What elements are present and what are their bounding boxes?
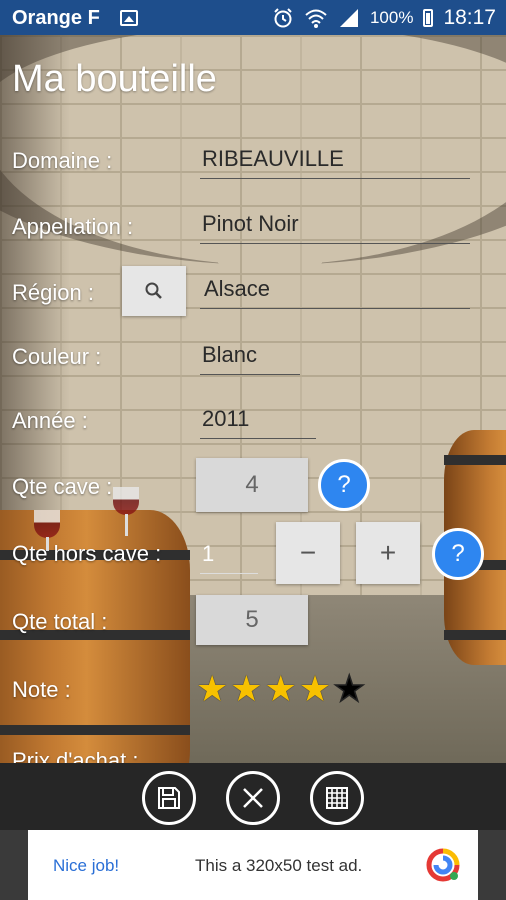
qte-hors-cave-label: Qte hors cave : [12,541,162,566]
annee-underline [200,438,316,439]
region-underline [200,308,470,309]
domaine-underline [200,178,470,179]
domaine-field[interactable]: RIBEAUVILLE [202,146,344,172]
ad-logo-icon [426,848,460,882]
qte-hors-cave-field[interactable]: 1 [202,541,214,567]
appellation-label: Appellation : [12,214,134,239]
status-bar: Orange F 100% 18:17 [0,0,506,35]
domaine-label: Domaine : [12,148,113,173]
star-filled-icon[interactable]: ★ [265,670,297,708]
save-button[interactable] [142,771,196,825]
bottom-toolbar [0,763,506,830]
wine-cellar-background [0,35,506,763]
annee-label: Année : [12,408,88,433]
star-empty-icon[interactable]: ★ [332,669,366,709]
battery-icon [423,9,434,27]
status-icons: 100% 18:17 [272,6,496,30]
couleur-underline [200,374,300,375]
appellation-underline [200,243,470,244]
signal-icon [339,9,358,27]
star-filled-icon[interactable]: ★ [299,670,331,708]
ad-banner[interactable]: Nice job! This a 320x50 test ad. [28,830,478,900]
note-label: Note : [12,677,71,702]
cancel-button[interactable] [226,771,280,825]
wifi-icon [305,9,327,28]
alarm-icon [274,8,292,28]
region-field[interactable]: Alsace [204,276,270,302]
ad-nice-job[interactable]: Nice job! [53,856,119,876]
increment-button[interactable]: + [356,522,420,584]
close-icon [243,788,263,808]
ad-message: This a 320x50 test ad. [195,856,363,875]
grid-icon [326,787,348,809]
rating-stars[interactable]: ★ ★ ★ ★ ★ [196,669,366,709]
qte-total-value: 5 [196,595,308,645]
wine-glass [34,510,60,538]
couleur-label: Couleur : [12,344,102,369]
qte-cave-help-button[interactable]: ? [318,459,370,511]
clock: 18:17 [443,6,496,29]
decrement-button[interactable]: − [276,522,340,584]
barrel-hoop [444,630,506,640]
battery-percent: 100% [369,8,414,27]
carrier-name: Orange F [12,7,100,29]
qte-total-label: Qte total : [12,609,108,634]
star-filled-icon[interactable]: ★ [196,670,228,708]
region-search-button[interactable] [122,266,186,316]
qte-cave-value: 4 [196,458,308,512]
qte-cave-label: Qte cave : [12,474,113,499]
annee-field[interactable]: 2011 [202,406,249,432]
barrel-hoop [0,725,190,735]
region-label: Région : [12,280,94,305]
save-icon [158,787,180,809]
wine-glass [113,487,139,515]
page-title: Ma bouteille [12,58,217,100]
couleur-field[interactable]: Blanc [202,342,257,368]
appellation-field[interactable]: Pinot Noir [202,211,299,237]
qte-hors-cave-help-button[interactable]: ? [432,528,484,580]
star-filled-icon[interactable]: ★ [230,670,262,708]
image-notification-icon [120,10,138,26]
ad-banner-area: Nice job! This a 320x50 test ad. [0,830,506,900]
barrel-hoop [444,455,506,465]
qte-hors-cave-underline [200,573,258,574]
search-icon [145,282,162,299]
grid-button[interactable] [310,771,364,825]
wine-glass-stem [125,514,128,536]
